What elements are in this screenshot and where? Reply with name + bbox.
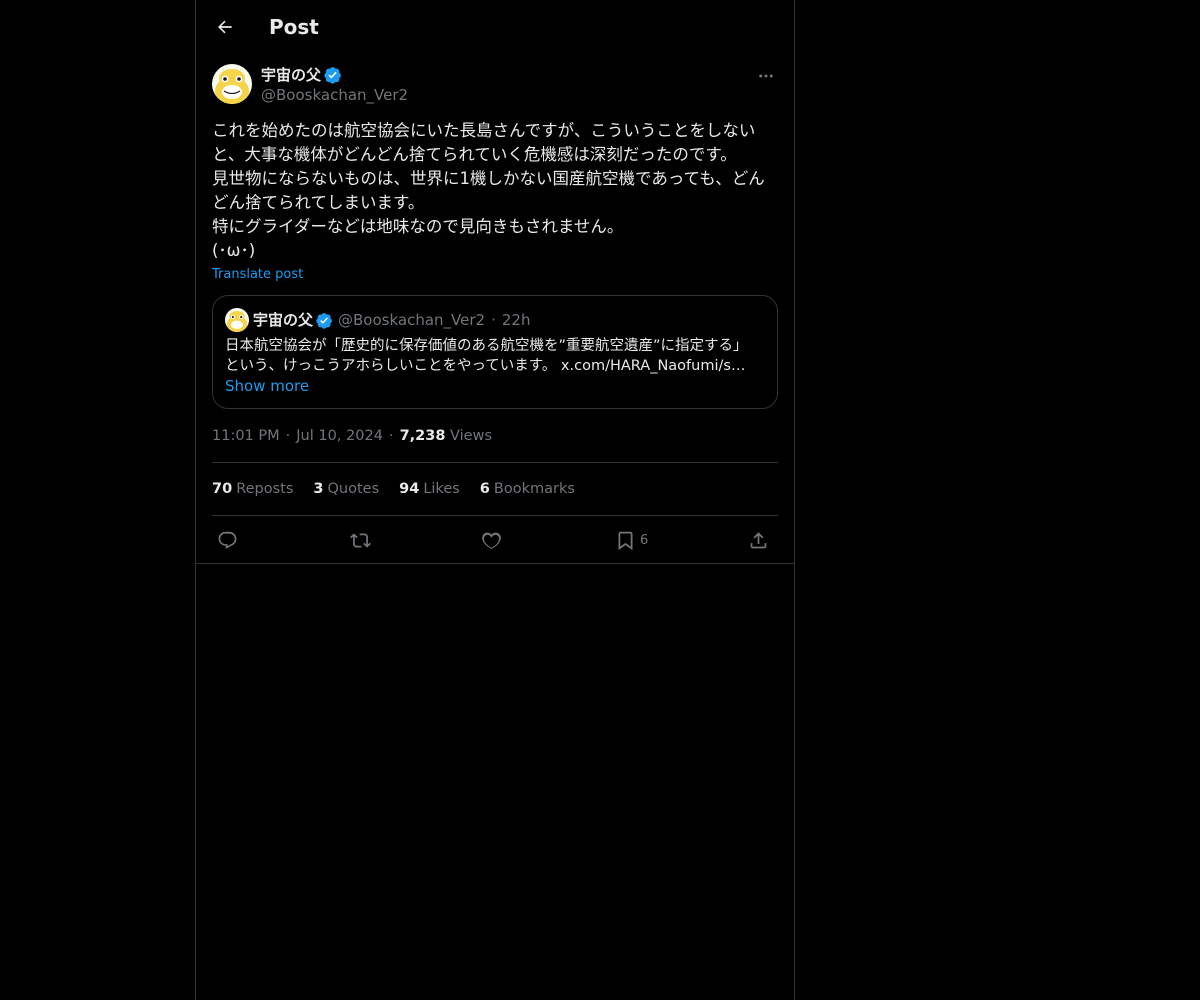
likes-label: Likes — [423, 481, 460, 497]
post-time[interactable]: 11:01 PM — [212, 428, 280, 444]
engagement-stats: 70 Reposts 3 Quotes 94 Likes 6 Bookmarks — [212, 479, 595, 499]
avatar[interactable] — [212, 64, 252, 104]
heart-icon — [482, 532, 501, 549]
action-bar: 6 — [212, 524, 778, 556]
quoted-author-name: 宇宙の父 — [253, 311, 314, 329]
page-title: Post — [269, 15, 319, 39]
page-header: Post — [196, 0, 794, 53]
author-handle[interactable]: @Booskachan_Ver2 — [261, 85, 408, 105]
divider — [212, 515, 778, 516]
post-column: Post 宇宙の父 @Booskachan_Ver2 これを始めたのは航空協会に… — [195, 0, 795, 1000]
more-options-button[interactable] — [754, 64, 778, 88]
post-author: 宇宙の父 @Booskachan_Ver2 — [212, 64, 778, 108]
likes-count: 94 — [399, 481, 420, 497]
quoted-post[interactable]: 宇宙の父 @Booskachan_Ver2 · 22h 日本航空協会が「歴史的に… — [212, 295, 778, 409]
repost-icon — [350, 532, 371, 548]
quoted-separator: · — [491, 311, 496, 329]
bookmark-count: 6 — [640, 532, 649, 548]
reply-button[interactable] — [217, 528, 238, 552]
divider — [212, 462, 778, 463]
bookmark-icon — [618, 531, 633, 550]
translate-post-link[interactable]: Translate post — [212, 266, 303, 284]
verified-badge-icon — [316, 312, 332, 329]
quoted-author-handle: @Booskachan_Ver2 — [338, 311, 486, 329]
author-name-text: 宇宙の父 — [261, 66, 322, 84]
divider — [196, 563, 794, 564]
quoted-text: 日本航空協会が「歴史的に保存価値のある航空機を”重要航空遺産”に指定する」 とい… — [225, 336, 765, 376]
likes-stat[interactable]: 94 Likes — [399, 479, 460, 499]
post-text: これを始めたのは航空協会にいた長島さんですが、こういうことをしないと、大事な機体… — [212, 121, 765, 260]
repost-button[interactable] — [350, 528, 371, 552]
views-label: Views — [450, 428, 493, 444]
quoted-text-line: という、けっこうアホらしいことをやっています。 x.com/HARA_Naofu… — [225, 358, 746, 374]
quoted-avatar — [225, 308, 249, 332]
quotes-label: Quotes — [327, 481, 380, 497]
quotes-count: 3 — [313, 481, 324, 497]
meta-separator: · — [388, 428, 394, 444]
quoted-timestamp: 22h — [501, 311, 531, 329]
quoted-text-line: 日本航空協会が「歴史的に保存価値のある航空機を”重要航空遺産”に指定する」 — [225, 338, 748, 354]
quoted-header: 宇宙の父 @Booskachan_Ver2 · 22h — [253, 310, 530, 330]
avatar-image — [212, 64, 252, 104]
reposts-stat[interactable]: 70 Reposts — [212, 479, 293, 499]
reply-icon — [218, 531, 237, 549]
author-name[interactable]: 宇宙の父 — [261, 65, 342, 85]
quoted-avatar-image — [225, 308, 249, 332]
post-date[interactable]: Jul 10, 2024 — [296, 428, 383, 444]
share-icon — [750, 531, 767, 548]
bookmarks-stat[interactable]: 6 Bookmarks — [480, 479, 575, 499]
verified-badge-icon — [324, 67, 341, 84]
more-dots-icon — [759, 74, 773, 78]
like-button[interactable] — [481, 528, 502, 552]
reposts-count: 70 — [212, 481, 233, 497]
quotes-stat[interactable]: 3 Quotes — [313, 479, 379, 499]
show-more-link[interactable]: Show more — [225, 376, 309, 396]
bookmarks-label: Bookmarks — [493, 481, 575, 497]
bookmark-button[interactable]: 6 — [615, 528, 648, 552]
back-button[interactable] — [208, 10, 242, 44]
views-count: 7,238 — [399, 428, 446, 444]
post-metadata: 11:01 PM · Jul 10, 2024 · 7,238 Views — [212, 426, 492, 446]
meta-separator: · — [285, 428, 291, 444]
share-button[interactable] — [748, 528, 769, 552]
reposts-label: Reposts — [236, 481, 294, 497]
bookmarks-count: 6 — [479, 481, 490, 497]
back-arrow-icon — [218, 20, 232, 34]
